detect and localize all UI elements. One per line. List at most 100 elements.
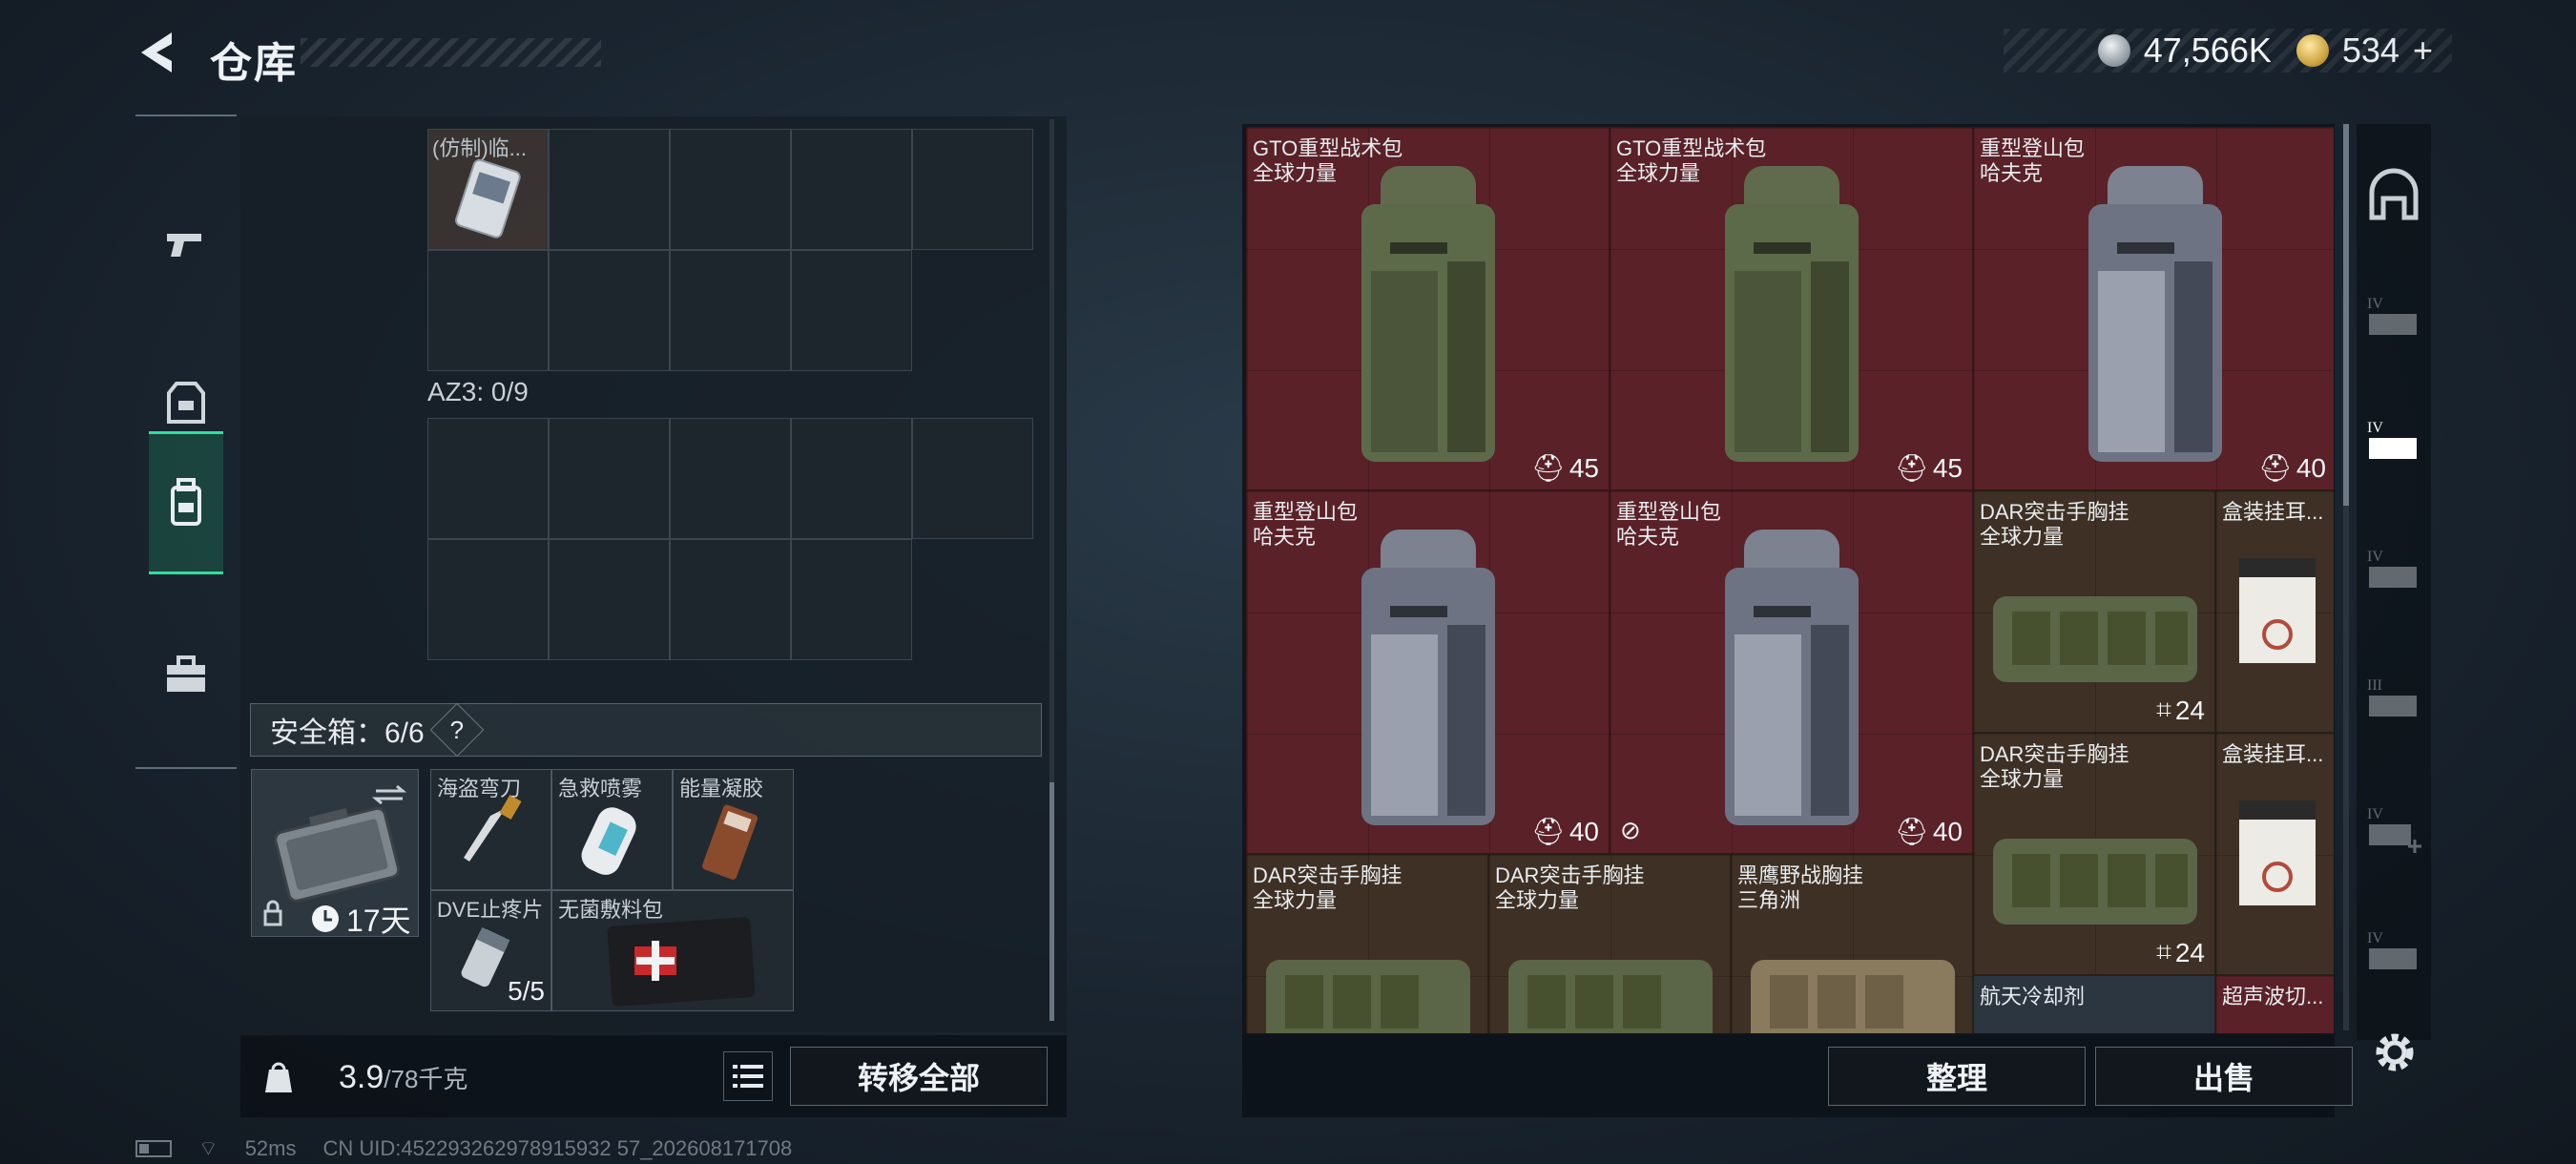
stash-item-gto-backpack[interactable]: GTO重型战术包 全球力量 ⛑ 45: [1246, 127, 1610, 490]
storage-tier-icon: IV: [2367, 420, 2417, 459]
chest-rig-image: [1508, 960, 1713, 1033]
backpack-small-icon: ⛑: [1531, 817, 1566, 846]
chest-rig-image: [1993, 596, 2197, 682]
gear-icon: [2376, 1033, 2414, 1071]
stash-item-coffee-box[interactable]: 盒装挂耳...: [2215, 733, 2334, 975]
stash-item-blackhawk-rig[interactable]: 黑鹰野战胸挂 三角洲: [1731, 854, 1973, 1033]
container-grid-top: (仿制)临...: [427, 129, 1033, 371]
item-name: 盒装挂耳...: [2222, 500, 2324, 524]
pistol-icon: [167, 234, 201, 257]
safe-box-label: 安全箱：6/6: [270, 717, 425, 749]
item-quantity: 5/5: [508, 976, 545, 1006]
lock-icon: [263, 909, 282, 926]
item-brand: 全球力量: [1253, 161, 1338, 185]
safe-item-knife[interactable]: 海盗弯刀: [430, 769, 551, 890]
uid-text: CN UID:452293262978915932 57_20260817170…: [322, 1136, 793, 1160]
safe-box-header: 安全箱：6/6 ?: [250, 702, 1042, 758]
stash-item-mountain-backpack[interactable]: 重型登山包 哈夫克 ⛑ 40: [1246, 490, 1610, 854]
swap-icon: [371, 784, 407, 805]
stash-home-icon: [2369, 168, 2419, 220]
safe-item-first-aid-spray[interactable]: 急救喷雾: [551, 769, 673, 890]
stash-item-ultrasonic-cutter[interactable]: 超声波切...: [2215, 975, 2334, 1033]
rig-small-icon: ⌗: [2156, 937, 2171, 967]
list-view-button[interactable]: [723, 1051, 773, 1101]
chest-rig-image: [1266, 960, 1470, 1033]
status-bar: ⌔ 52ms CN UID:452293262978915932 57_2026…: [135, 1135, 792, 1162]
stash-item-coolant[interactable]: 航天冷却剂: [1973, 975, 2215, 1033]
stash-item-chest-rig[interactable]: DAR突击手胸挂 全球力量 ⌗ 24: [1973, 733, 2215, 975]
weight-max: /78千克: [384, 1065, 468, 1093]
storage-tier-icon: IV: [2367, 296, 2417, 335]
item-brand: 三角洲: [1737, 888, 1801, 912]
silver-coin-icon: [2097, 34, 2130, 67]
item-name: 超声波切...: [2222, 985, 2324, 1008]
rail-tier-2-active[interactable]: IV: [2364, 405, 2423, 482]
briefcase-icon: [167, 655, 205, 692]
sort-button[interactable]: 整理: [1828, 1047, 2086, 1106]
weight-icon: [260, 1056, 298, 1094]
az3-capacity-label: AZ3: 0/9: [427, 377, 529, 406]
sell-button[interactable]: 出售: [2095, 1047, 2353, 1106]
currency-bar: 47,566K 534 +: [2004, 29, 2452, 73]
svg-text:IV: IV: [2367, 549, 2383, 565]
item-label: DVE止疼片: [437, 898, 544, 922]
item-label: 能量凝胶: [679, 777, 764, 800]
storage-tier-icon: IV: [2367, 549, 2417, 588]
backpack-image: [1361, 530, 1495, 825]
rail-tier-3[interactable]: IV: [2364, 534, 2423, 611]
safe-item-painkiller[interactable]: DVE止疼片 5/5: [430, 890, 551, 1011]
nav-backpacks[interactable]: [149, 431, 223, 574]
svg-text:IV: IV: [2367, 420, 2383, 436]
stash-item-gto-backpack[interactable]: GTO重型战术包 全球力量 ⛑ 45: [1610, 127, 1973, 490]
armor-vest-icon: [167, 382, 205, 424]
stash-item-chest-rig[interactable]: DAR突击手胸挂 全球力量: [1488, 854, 1731, 1033]
rig-small-icon: ⌗: [2156, 695, 2171, 724]
rail-tier-4[interactable]: III: [2364, 663, 2423, 739]
transfer-all-button[interactable]: 转移全部: [790, 1047, 1048, 1106]
stash-scrollbar[interactable]: [2343, 124, 2349, 506]
item-label: 无菌敷料包: [558, 898, 664, 922]
capacity-badge: ⌗ 24: [2156, 695, 2205, 725]
list-icon: [733, 1065, 763, 1088]
stash-grid: GTO重型战术包 全球力量 ⛑ 45 GTO重型战术包 全球力量 ⛑ 45 重型登山…: [1246, 127, 2334, 1033]
page-title: 仓库: [210, 40, 298, 87]
silver-amount: 47,566K: [2143, 31, 2272, 70]
rail-tier-6[interactable]: IV: [2364, 916, 2423, 992]
container-slot-item[interactable]: (仿制)临...: [427, 129, 549, 250]
stash-item-mountain-backpack[interactable]: 重型登山包 哈夫克 ⊘ ⛑ 40: [1610, 490, 1973, 854]
safe-item-sterile-dressing[interactable]: 无菌敷料包: [551, 890, 794, 1011]
item-name: 盒装挂耳...: [2222, 742, 2324, 766]
safe-box-help-button[interactable]: ?: [429, 702, 485, 758]
add-currency-button[interactable]: +: [2413, 31, 2433, 71]
svg-text:IV: IV: [2367, 806, 2383, 822]
item-name: 航天冷却剂: [1980, 985, 2086, 1008]
nav-weapons[interactable]: [149, 174, 223, 317]
settings-button[interactable]: [2368, 1026, 2421, 1079]
stash-item-chest-rig[interactable]: DAR突击手胸挂 全球力量: [1246, 854, 1488, 1033]
coffee-box-image: [2239, 800, 2316, 905]
rail-tier-1[interactable]: IV: [2364, 281, 2423, 358]
chest-rig-image: [1993, 839, 2197, 925]
stash-item-coffee-box[interactable]: 盒装挂耳...: [2215, 490, 2334, 733]
rail-stash-home[interactable]: [2364, 157, 2423, 234]
item-brand: 全球力量: [1253, 888, 1338, 912]
stash-item-chest-rig[interactable]: DAR突击手胸挂 全球力量 ⌗ 24: [1973, 490, 2215, 733]
no-trade-icon: ⊘: [1620, 816, 1641, 844]
capacity-badge: ⛑ 40: [2258, 452, 2326, 484]
item-brand: 哈夫克: [1980, 161, 2044, 185]
left-scrollbar[interactable]: [1049, 782, 1054, 1021]
storage-tier-add-icon: IV: [2367, 806, 2421, 853]
backpack-image: [1361, 166, 1495, 462]
stash-item-mountain-backpack[interactable]: 重型登山包 哈夫克 ⛑ 40: [1973, 127, 2334, 490]
nav-cases[interactable]: [149, 603, 223, 746]
carry-weight: 3.9/78千克: [339, 1059, 467, 1096]
storage-tier-icon: IV: [2367, 930, 2417, 969]
safe-box-grid: 海盗弯刀 急救喷雾 能量凝胶 DVE止疼片 5/5 无菌敷料包: [430, 769, 794, 1011]
weight-current: 3.9: [339, 1059, 384, 1095]
rail-tier-5[interactable]: IV: [2364, 792, 2423, 868]
title-decoration: [301, 38, 601, 67]
item-brand: 全球力量: [1616, 161, 1701, 185]
safe-item-energy-gel[interactable]: 能量凝胶: [673, 769, 794, 890]
storage-tier-icon: III: [2367, 677, 2417, 717]
back-button[interactable]: [134, 29, 181, 76]
